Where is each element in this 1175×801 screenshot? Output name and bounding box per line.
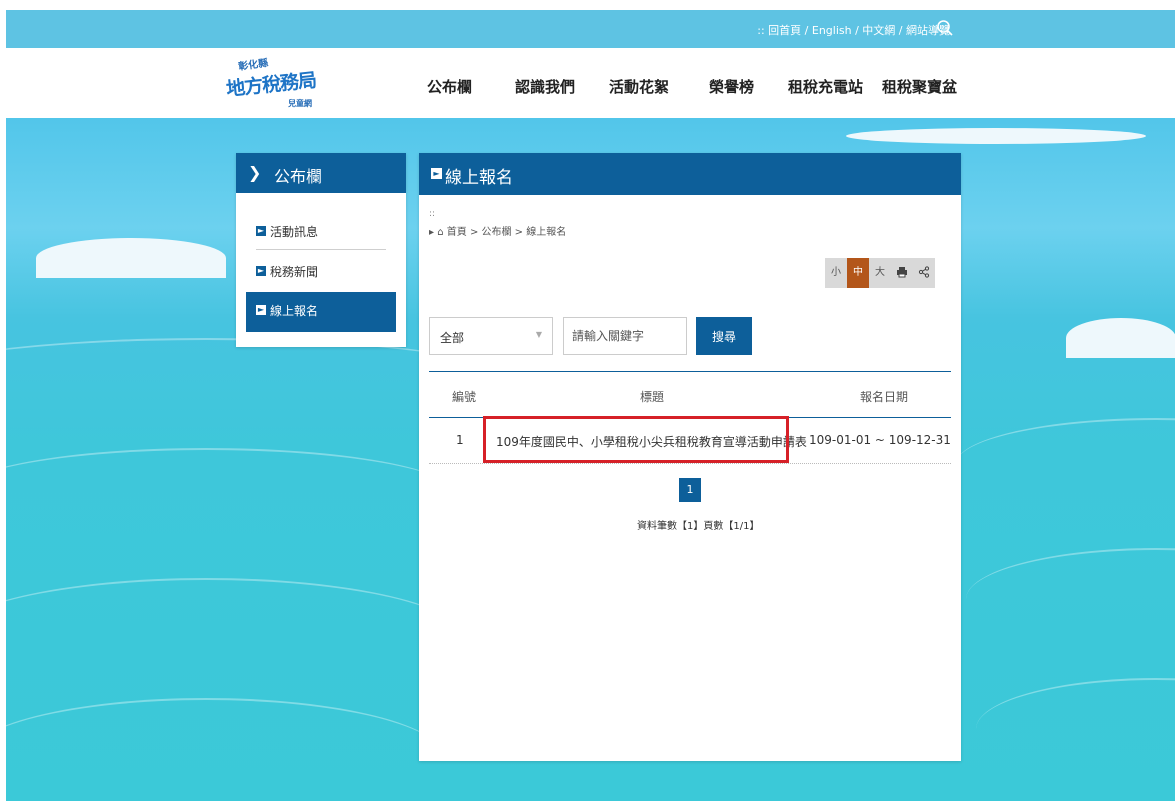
search-icon[interactable] [936,19,954,37]
sidebar-item-activity-news[interactable]: ► 活動訊息 [246,213,396,253]
home-icon: ⌂ [437,227,444,238]
nav-bulletin[interactable]: 公布欄 [427,76,472,97]
wave [966,548,1175,650]
breadcrumb-path[interactable]: 首頁 > 公布欄 > 線上報名 [447,227,566,238]
accesskey-marker[interactable]: :: [429,209,435,219]
arrow-box-icon: ► [256,305,266,315]
page-frame: :: 回首頁 / English / 中文網 / 網站導覽 彰化縣 地方稅務局 … [6,10,1175,801]
category-select-value: 全部 [440,331,465,345]
cloud [1066,318,1175,358]
column-header-date: 報名日期 [860,390,909,404]
sidebar-item-label: 活動訊息 [270,225,319,239]
breadcrumb: ▸ ⌂ 首頁 > 公布欄 > 線上報名 [429,223,566,238]
nav-honors[interactable]: 榮譽榜 [709,76,754,97]
sidebar-item-label: 線上報名 [270,304,319,318]
top-utility-bar: :: 回首頁 / English / 中文網 / 網站導覽 [6,10,1175,48]
row-number: 1 [456,433,464,447]
share-icon[interactable] [913,258,935,288]
wave [6,448,456,540]
main-panel: ► 線上報名 :: ▸ ⌂ 首頁 > 公布欄 > 線上報名 小 中 大 全部 ▼… [419,153,961,761]
logo-subtitle: 兒童網 [288,99,312,108]
sidebar: ❯ 公布欄 ► 活動訊息 ► 稅務新聞 ► 線上報名 [236,153,406,347]
chevron-right-icon: ▸ [429,227,435,238]
sidebar-item-online-registration[interactable]: ► 線上報名 [246,292,396,332]
page-title: 線上報名 [445,168,513,188]
site-header: 彰化縣 地方稅務局 兒童網 公布欄 認識我們 活動花絮 榮譽榜 租稅充電站 租稅… [6,48,1175,118]
table-top-border [429,371,951,372]
nav-activities[interactable]: 活動花絮 [609,76,669,97]
font-size-small-button[interactable]: 小 [825,258,847,288]
nav-about[interactable]: 認識我們 [515,76,575,97]
wave [976,678,1175,780]
column-header-title: 標題 [640,390,665,404]
pagination-info: 資料筆數【1】頁數【1/1】 [637,521,760,532]
arrow-box-icon: ► [256,226,266,236]
highlight-box [483,416,789,463]
wave [6,578,466,700]
row-divider [429,463,951,464]
row-date: 109-01-01 ~ 109-12-31 [809,433,951,447]
sidebar-item-label: 稅務新聞 [270,265,319,279]
font-size-large-button[interactable]: 大 [869,258,891,288]
nav-tax-station[interactable]: 租稅充電站 [788,76,863,97]
wave [956,418,1175,510]
pagination-page-1[interactable]: 1 [679,478,701,502]
column-header-number: 編號 [452,390,477,404]
sidebar-title: 公布欄 [274,167,323,186]
chevron-right-icon: ❯ [248,163,262,182]
nav-tax-treasure[interactable]: 租稅聚寶盆 [882,76,957,97]
sidebar-item-tax-news[interactable]: ► 稅務新聞 [246,253,396,293]
arrow-box-icon: ► [431,168,442,179]
panel-header: ► 線上報名 [419,153,961,195]
category-select[interactable]: 全部 ▼ [429,317,553,355]
cloud [846,128,1146,144]
print-icon[interactable] [891,258,913,288]
cloud [36,238,226,278]
wave [6,698,446,801]
font-size-medium-button[interactable]: 中 [847,258,869,288]
chevron-down-icon: ▼ [535,330,542,339]
arrow-box-icon: ► [256,266,266,276]
site-logo[interactable]: 彰化縣 地方稅務局 兒童網 [225,56,317,112]
divider [256,249,386,250]
search-input[interactable] [563,317,687,355]
search-button[interactable]: 搜尋 [696,317,752,355]
sidebar-header: ❯ 公布欄 [236,153,406,193]
utility-links[interactable]: :: 回首頁 / English / 中文網 / 網站導覽 [757,22,950,38]
